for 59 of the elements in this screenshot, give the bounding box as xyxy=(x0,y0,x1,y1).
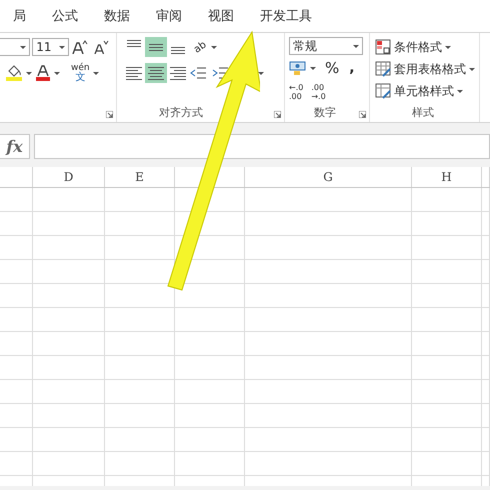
cell-style-icon xyxy=(375,83,391,99)
group-label: 数字 xyxy=(313,106,337,121)
increase-decimal-button[interactable]: ←.0 .00 xyxy=(289,83,304,101)
caret-icon xyxy=(457,90,463,92)
text-orientation-button[interactable]: ab xyxy=(189,37,223,57)
decrease-font-size-icon[interactable] xyxy=(93,40,110,54)
column-header[interactable]: G xyxy=(245,167,412,187)
ribbon-tab[interactable]: 开发工具 xyxy=(247,7,325,25)
fill-color-icon[interactable] xyxy=(5,65,23,81)
align-left-icon xyxy=(126,66,142,80)
caret-icon[interactable] xyxy=(211,46,218,48)
caret-icon[interactable] xyxy=(310,66,316,70)
caret-icon[interactable] xyxy=(54,72,60,74)
ribbon-tab[interactable]: 局 xyxy=(0,7,39,25)
align-center-button[interactable] xyxy=(145,63,167,83)
font-size-dropdown[interactable]: 11 xyxy=(32,38,70,56)
caret-icon[interactable] xyxy=(258,72,264,74)
table-style-icon xyxy=(375,61,391,77)
caret-icon xyxy=(469,68,475,70)
dialog-launcher-icon[interactable] xyxy=(359,111,366,118)
increase-font-size-icon[interactable] xyxy=(72,40,88,54)
phonetic-guide-button[interactable]: wén 文 xyxy=(71,64,90,82)
ribbon-tab[interactable]: 视图 xyxy=(195,7,247,25)
comma-style-button[interactable]: , xyxy=(349,61,355,75)
align-middle-button[interactable] xyxy=(145,37,167,57)
dialog-launcher-icon[interactable] xyxy=(274,111,281,118)
column-header[interactable]: H xyxy=(412,167,482,187)
font-color-icon[interactable] xyxy=(35,65,51,81)
number-format-dropdown[interactable]: 常规 xyxy=(289,37,363,55)
align-top-icon xyxy=(127,40,141,47)
font-size-value: 11 xyxy=(36,40,52,54)
align-right-icon xyxy=(170,66,186,80)
align-middle-icon xyxy=(149,44,163,50)
styles-menu-button[interactable]: 套用表格格式 xyxy=(375,59,475,79)
formula-input-field[interactable] xyxy=(34,134,490,159)
insert-function-button[interactable]: fx xyxy=(0,134,30,159)
styles-menu-button[interactable]: 单元格样式 xyxy=(375,81,475,101)
conditional-format-icon xyxy=(375,39,391,55)
group-label: 样式 xyxy=(411,106,435,121)
column-header[interactable]: E xyxy=(105,167,175,187)
group-label: 对齐方式 xyxy=(159,106,204,121)
caret-icon xyxy=(59,46,66,48)
ribbon-tab[interactable]: 公式 xyxy=(39,7,91,25)
align-center-icon xyxy=(148,66,164,80)
styles-menu-button[interactable]: 条件格式 xyxy=(375,37,475,57)
align-bottom-icon xyxy=(171,47,185,54)
caret-icon xyxy=(445,46,451,48)
decrease-indent-icon[interactable] xyxy=(189,66,207,80)
dialog-launcher-icon[interactable] xyxy=(106,111,113,118)
ribbon-tab[interactable]: 审阅 xyxy=(143,7,195,25)
percent-style-button[interactable]: % xyxy=(325,59,340,77)
decrease-decimal-button[interactable]: .00 →.0 xyxy=(311,83,326,101)
ribbon-tab[interactable]: 数据 xyxy=(91,7,143,25)
column-header[interactable]: D xyxy=(33,167,105,187)
caret-icon xyxy=(20,46,26,48)
caret-icon xyxy=(353,44,359,48)
currency-format-icon[interactable] xyxy=(289,61,307,75)
caret-icon[interactable] xyxy=(26,72,32,74)
caret-icon[interactable] xyxy=(92,72,99,74)
